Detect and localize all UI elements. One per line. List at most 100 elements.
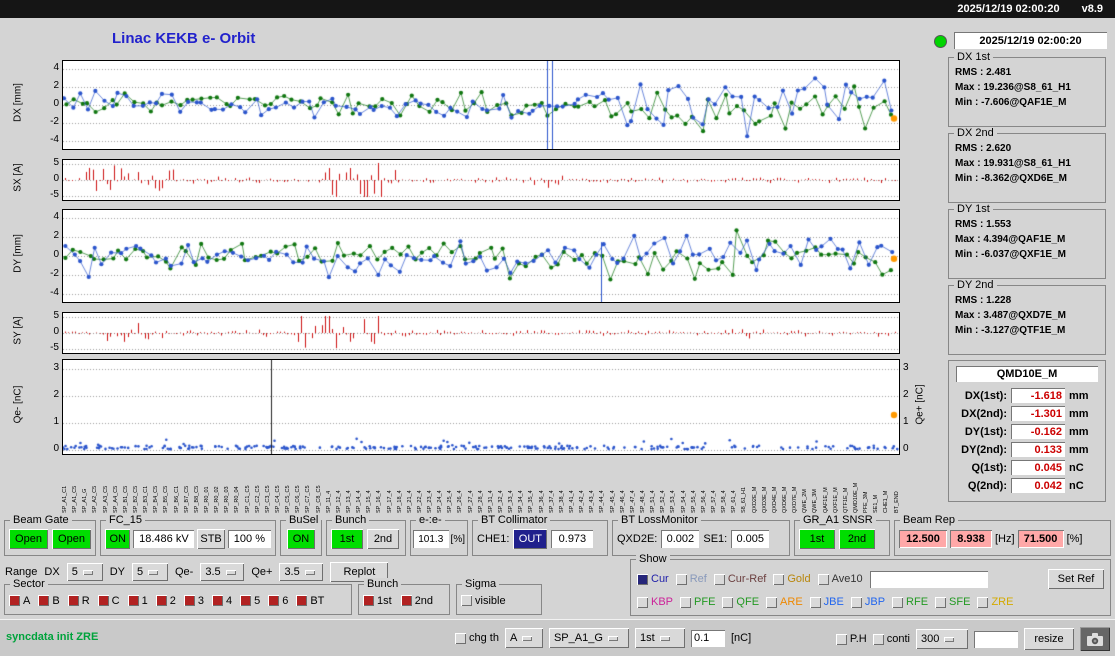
selected-bpm-name[interactable]: QMD10E_M xyxy=(956,366,1098,382)
sector-checkbox-c[interactable]: C xyxy=(98,595,120,607)
threshold-unit: [nC] xyxy=(731,632,751,644)
gr-a1-2nd-button[interactable]: 2nd xyxy=(839,529,875,549)
screenshot-button[interactable] xyxy=(1080,627,1110,651)
sector-checkbox-a[interactable]: A xyxy=(9,595,30,607)
charge-plot-frame[interactable] xyxy=(62,359,900,455)
dy-plot-canvas[interactable] xyxy=(63,210,899,302)
range-dx-select[interactable]: 5 xyxy=(67,563,103,581)
x-axis-label: SP_13_4 xyxy=(346,456,352,513)
dy-orbit-plot[interactable]: 420-2-4 xyxy=(38,209,900,303)
show-sfe-checkbox[interactable]: SFE xyxy=(935,596,970,608)
count-entry[interactable] xyxy=(974,631,1018,648)
bunch-2nd-button[interactable]: 2nd xyxy=(367,529,399,549)
show-qfe-checkbox[interactable]: QFE xyxy=(722,596,759,608)
show-ave10-checkbox[interactable]: Ave10 xyxy=(818,573,863,585)
checkbox-indicator xyxy=(818,574,829,585)
show-jbp-checkbox[interactable]: JBP xyxy=(851,596,885,608)
bunch-select[interactable]: 1st xyxy=(635,628,685,648)
sigma-visible-checkbox[interactable]: visible xyxy=(461,595,506,607)
sx-steering-plot[interactable]: 50-5 xyxy=(38,159,900,201)
sx-plot-canvas[interactable] xyxy=(63,160,899,200)
charge-plot[interactable]: 3210 3210 xyxy=(38,359,918,455)
show-are-checkbox[interactable]: ARE xyxy=(766,596,803,608)
show-zre-checkbox[interactable]: ZRE xyxy=(977,596,1013,608)
fc15-stb-button[interactable]: STB xyxy=(197,529,224,549)
mode-select[interactable]: A xyxy=(505,628,543,648)
x-axis-label: SP_43_4 xyxy=(589,456,595,513)
count-select[interactable]: 300 xyxy=(916,629,968,649)
sector-checkbox-b[interactable]: B xyxy=(38,595,59,607)
window-titlebar: 2025/12/19 02:00:20 v8.9 xyxy=(0,0,1115,18)
dy-y-ticks: 420-2-4 xyxy=(38,209,62,301)
show-cur-checkbox[interactable]: Cur xyxy=(637,573,669,585)
sector-checkbox-bt[interactable]: BT xyxy=(296,595,324,607)
bpm-value-row: Q(1st):0.045nC xyxy=(951,460,1101,475)
range-qe-plus-select[interactable]: 3.5 xyxy=(279,563,323,581)
che1-label: CHE1: xyxy=(477,533,509,545)
dropdown-indicator-icon xyxy=(608,636,618,641)
bunch-group: Bunch 1st 2nd xyxy=(326,520,406,556)
sp-select[interactable]: SP_A1_G xyxy=(549,628,629,648)
x-axis-label: SP_45_4 xyxy=(610,456,616,513)
sy-plot-canvas[interactable] xyxy=(63,313,899,353)
che1-out-button[interactable]: OUT xyxy=(513,529,547,549)
hz-unit: [Hz] xyxy=(995,533,1015,545)
sy-steering-plot[interactable]: 50-5 xyxy=(38,312,900,354)
y-tick-label: -5 xyxy=(50,342,59,353)
threshold-entry[interactable] xyxy=(691,630,725,647)
bunch-1st-checkbox[interactable]: 1st xyxy=(363,595,392,607)
show-ref-checkbox[interactable]: Ref xyxy=(676,573,707,585)
set-ref-entry[interactable] xyxy=(870,571,988,588)
sx-plot-frame[interactable] xyxy=(62,159,900,201)
range-dx-label: DX xyxy=(44,566,59,578)
checkbox-indicator xyxy=(810,597,821,608)
bunch-2nd-checkbox[interactable]: 2nd xyxy=(401,595,433,607)
checkbox-indicator xyxy=(637,597,648,608)
beam-gate-open-button-1[interactable]: Open xyxy=(9,529,48,549)
dx-plot-frame[interactable] xyxy=(62,60,900,150)
resize-button[interactable]: resize xyxy=(1024,628,1074,650)
sy-plot-frame[interactable] xyxy=(62,312,900,354)
x-axis-label: SP_21_4 xyxy=(407,456,413,513)
dy-plot-frame[interactable] xyxy=(62,209,900,303)
dx-orbit-plot[interactable]: 420-2-4 xyxy=(38,60,900,150)
x-axis-label: SP_52_4 xyxy=(660,456,666,513)
show-jbe-checkbox[interactable]: JBE xyxy=(810,596,844,608)
x-axis-label: SP_C2_C5 xyxy=(255,456,261,513)
conti-checkbox[interactable]: conti xyxy=(873,633,910,645)
x-axis-label: SP_41_4 xyxy=(569,456,575,513)
set-ref-button[interactable]: Set Ref xyxy=(1048,569,1104,589)
show-gold-checkbox[interactable]: Gold xyxy=(773,573,810,585)
sector-checkbox-2[interactable]: 2 xyxy=(156,595,176,607)
range-qe-minus-select[interactable]: 3.5 xyxy=(200,563,244,581)
checkbox-indicator xyxy=(714,574,725,585)
charge-plot-canvas[interactable] xyxy=(63,360,899,454)
chg-th-checkbox[interactable]: chg th xyxy=(455,632,499,644)
busel-on-button[interactable]: ON xyxy=(287,529,315,549)
sector-checkbox-5[interactable]: 5 xyxy=(240,595,260,607)
x-axis-label: QXD7E_M xyxy=(792,456,798,513)
dx-plot-canvas[interactable] xyxy=(63,61,899,149)
checkbox-indicator xyxy=(9,595,20,606)
x-axis-label: QWE_2M xyxy=(802,456,808,513)
gr-a1-1st-button[interactable]: 1st xyxy=(799,529,835,549)
fc15-on-button[interactable]: ON xyxy=(105,529,130,549)
show-cur-ref-checkbox[interactable]: Cur-Ref xyxy=(714,573,767,585)
ph-checkbox[interactable]: P.H xyxy=(836,633,867,645)
bunch-1st-button[interactable]: 1st xyxy=(331,529,363,549)
sector-checkbox-r[interactable]: R xyxy=(68,595,90,607)
sector-checkbox-1[interactable]: 1 xyxy=(128,595,148,607)
beam-gate-open-button-2[interactable]: Open xyxy=(52,529,91,549)
range-label: Range xyxy=(5,566,37,578)
sector-checkbox-4[interactable]: 4 xyxy=(212,595,232,607)
x-axis-label: SP_A1_C1 xyxy=(62,456,68,513)
show-pfe-checkbox[interactable]: PFE xyxy=(680,596,715,608)
x-axis-label: SP_15_4 xyxy=(366,456,372,513)
x-axis-label: SP_46_4 xyxy=(620,456,626,513)
bpm-value: -1.301 xyxy=(1011,406,1065,421)
show-rfe-checkbox[interactable]: RFE xyxy=(892,596,928,608)
sector-checkbox-3[interactable]: 3 xyxy=(184,595,204,607)
sector-checkbox-6[interactable]: 6 xyxy=(268,595,288,607)
range-dy-select[interactable]: 5 xyxy=(132,563,168,581)
show-kbp-checkbox[interactable]: KBP xyxy=(637,596,673,608)
